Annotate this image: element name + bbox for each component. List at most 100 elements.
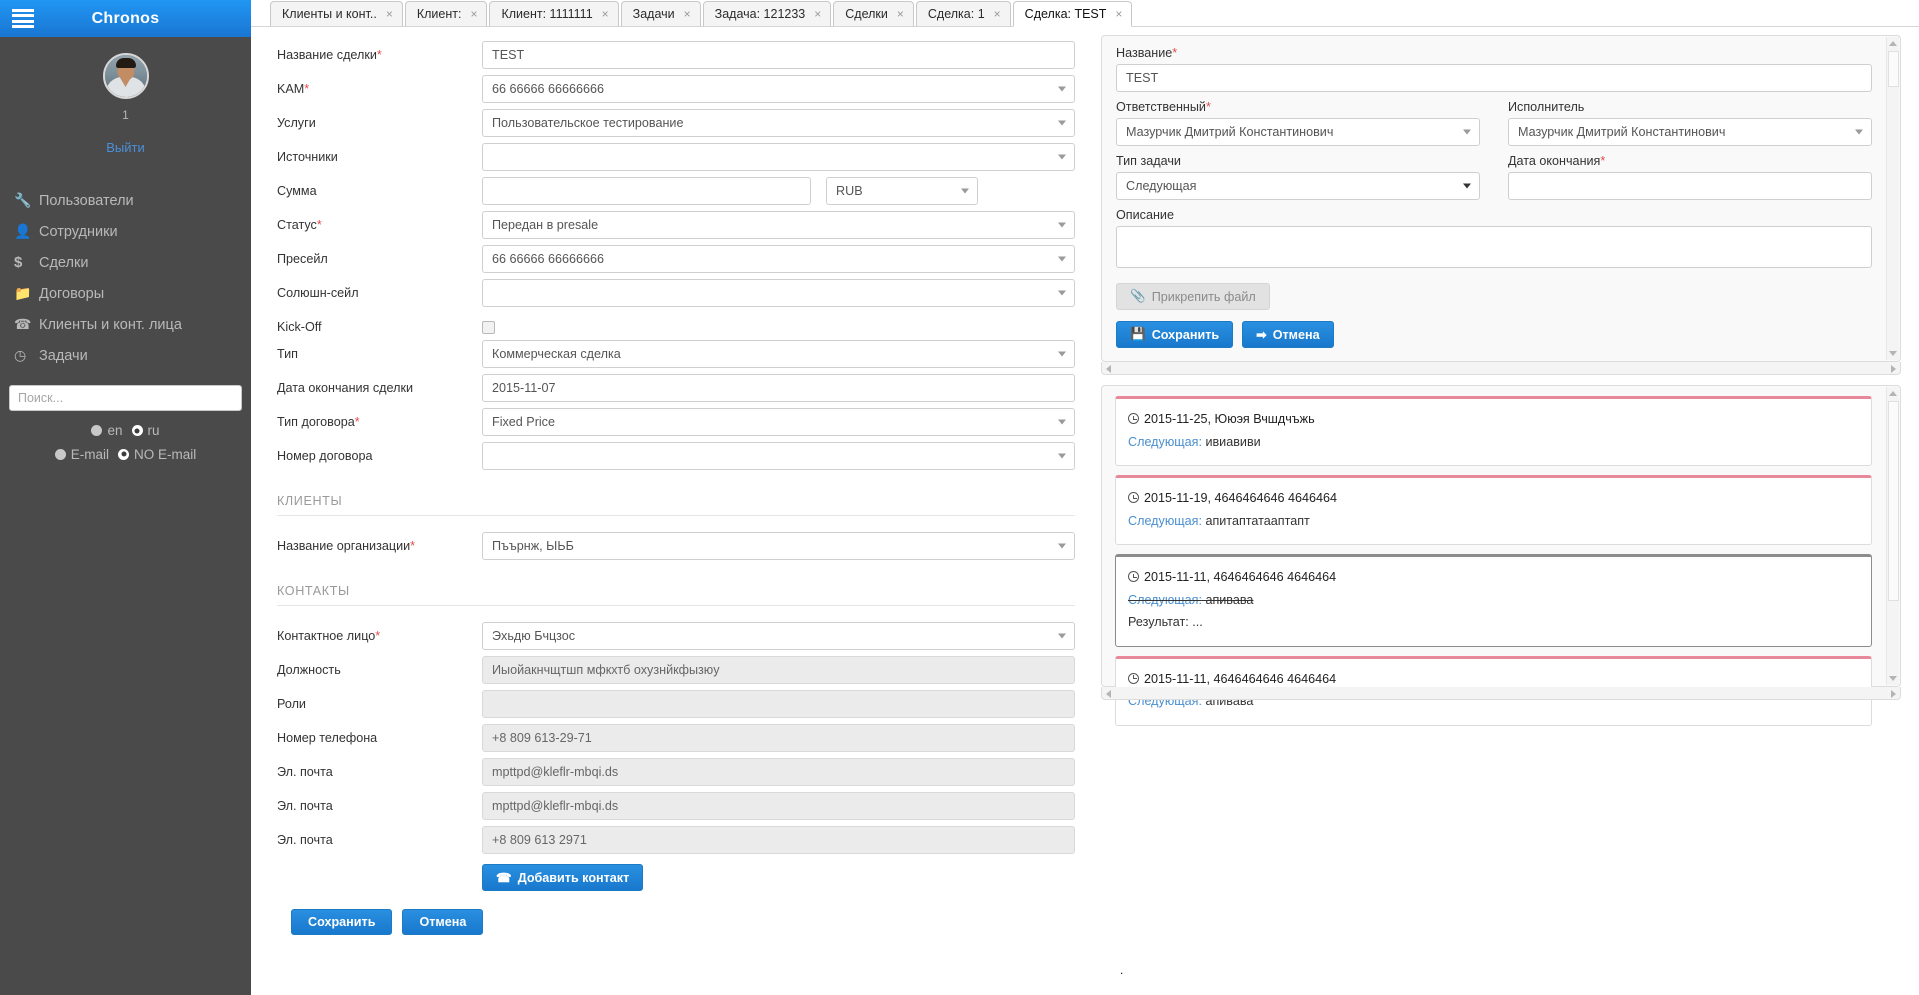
history-card[interactable]: 2015-11-19, 4646464646 4646464 Следующая… (1115, 475, 1872, 545)
cancel-button[interactable]: Отмена (402, 909, 483, 935)
history-card[interactable]: 2015-11-11, 4646464646 4646464 Следующая… (1115, 554, 1872, 647)
due-date-input[interactable] (1508, 172, 1872, 200)
radio-email-yes[interactable]: E-mail (55, 444, 109, 466)
tab-deal-test[interactable]: Сделка: TEST × (1013, 1, 1133, 27)
email-radio-group: E-mail NO E-mail (0, 444, 251, 466)
close-icon[interactable]: × (994, 7, 1001, 21)
organization-select[interactable]: Пъърнж, ЫЬБ (482, 532, 1075, 560)
field-label: Kick-Off (277, 313, 482, 334)
tab-client[interactable]: Клиент: × (405, 1, 488, 27)
description-textarea[interactable] (1116, 226, 1872, 268)
scroll-right-icon[interactable] (1891, 690, 1896, 698)
solution-sale-select[interactable] (482, 279, 1075, 307)
sources-select[interactable] (482, 143, 1075, 171)
type-select[interactable]: Коммерческая сделка (482, 340, 1075, 368)
deal-name-input[interactable] (482, 41, 1075, 69)
user-icon: 👤 (14, 223, 36, 240)
scroll-up-icon[interactable] (1889, 41, 1897, 46)
add-contact-button[interactable]: ☎ Добавить контакт (482, 864, 643, 891)
tab-client-1111111[interactable]: Клиент: 1111111 × (489, 1, 618, 27)
scroll-right-icon[interactable] (1891, 365, 1896, 373)
right-column: Название* Ответственный* Мазурчик Дмитри… (1101, 35, 1901, 700)
close-icon[interactable]: × (684, 7, 691, 21)
save-button[interactable]: Сохранить (291, 909, 392, 935)
amount-input[interactable] (482, 177, 811, 205)
presale-select[interactable]: 66 66666 66666666 (482, 245, 1075, 273)
kam-select[interactable]: 66 66666 66666666 (482, 75, 1075, 103)
task-type-select[interactable]: Следующая (1116, 172, 1480, 200)
kickoff-checkbox[interactable] (482, 321, 495, 334)
section-header-clients: КЛИЕНТЫ (277, 494, 1075, 516)
history-next-value: апитаптатааптапт (1205, 514, 1309, 528)
history-panel-vertical-scrollbar[interactable] (1886, 387, 1899, 685)
close-icon[interactable]: × (814, 7, 821, 21)
scroll-down-icon[interactable] (1889, 676, 1897, 681)
radio-lang-en[interactable]: en (91, 420, 122, 442)
sidebar-item-employees[interactable]: 👤 Сотрудники (0, 216, 251, 247)
scroll-left-icon[interactable] (1106, 690, 1111, 698)
history-list: 2015-11-25, Ююэя Вчшдчъжь Следующая: иви… (1102, 386, 1900, 686)
chevron-down-icon (1058, 223, 1066, 228)
tab-tasks[interactable]: Задачи × (621, 1, 701, 27)
field-label: Номер договора (277, 442, 482, 463)
tab-task-121233[interactable]: Задача: 121233 × (703, 1, 832, 27)
sidebar-item-deals[interactable]: $ Сделки (0, 247, 251, 278)
scroll-up-icon[interactable] (1889, 391, 1897, 396)
close-icon[interactable]: × (386, 7, 393, 21)
task-save-button[interactable]: 💾 Сохранить (1116, 321, 1233, 348)
attach-file-button[interactable]: 📎 Прикрепить файл (1116, 283, 1270, 310)
deal-end-date-input[interactable] (482, 374, 1075, 402)
close-icon[interactable]: × (602, 7, 609, 21)
contact-person-select[interactable]: Эхьдю Бчцзос (482, 622, 1075, 650)
field-label: Солюшн-сейл (277, 279, 482, 300)
scrollbar-thumb[interactable] (1888, 401, 1899, 601)
tab-deals[interactable]: Сделки × (833, 1, 914, 27)
responsible-select[interactable]: Мазурчик Дмитрий Константинович (1116, 118, 1480, 146)
task-panel-horizontal-scrollbar[interactable] (1101, 362, 1901, 375)
search-input[interactable] (9, 385, 242, 411)
radio-dot-icon (55, 449, 66, 460)
list-icon[interactable] (12, 9, 34, 28)
logout-link[interactable]: Выйти (0, 140, 251, 155)
radio-dot-selected-icon (132, 425, 143, 436)
history-panel-horizontal-scrollbar[interactable] (1101, 687, 1901, 700)
history-card-title: 2015-11-11, 4646464646 4646464 (1128, 568, 1859, 588)
close-icon[interactable]: × (1115, 7, 1122, 21)
field-contact-person: Контактное лицо* Эхьдю Бчцзос (277, 622, 1087, 650)
chevron-down-icon (1058, 634, 1066, 639)
services-select[interactable]: Пользовательское тестирование (482, 109, 1075, 137)
field-label: Статус* (277, 211, 482, 232)
radio-lang-ru[interactable]: ru (132, 420, 160, 442)
scroll-left-icon[interactable] (1106, 365, 1111, 373)
sidebar-item-clients[interactable]: ☎ Клиенты и конт. лица (0, 309, 251, 340)
content-area: Название сделки* KAM* 66 66666 66666666 … (251, 27, 1919, 995)
tab-label: Сделка: 1 (928, 7, 985, 21)
language-radio-group: en ru (0, 420, 251, 442)
tab-clients-and-contacts[interactable]: Клиенты и конт.. × (270, 1, 403, 27)
task-name-input[interactable] (1116, 64, 1872, 92)
scrollbar-thumb[interactable] (1888, 51, 1899, 87)
scroll-down-icon[interactable] (1889, 351, 1897, 356)
close-icon[interactable]: × (470, 7, 477, 21)
task-type-label: Тип задачи (1116, 154, 1480, 168)
contract-number-select[interactable] (482, 442, 1075, 470)
section-header-contacts: КОНТАКТЫ (277, 584, 1075, 606)
field-status: Статус* Передан в presale (277, 211, 1087, 239)
tab-deal-1[interactable]: Сделка: 1 × (916, 1, 1011, 27)
sidebar-item-contracts[interactable]: 📁 Договоры (0, 278, 251, 309)
currency-select[interactable]: RUB (826, 177, 978, 205)
history-card[interactable]: 2015-11-25, Ююэя Вчшдчъжь Следующая: иви… (1115, 396, 1872, 466)
history-result-label: Результат: (1128, 615, 1189, 629)
chevron-down-icon (1058, 454, 1066, 459)
close-icon[interactable]: × (897, 7, 904, 21)
executor-select[interactable]: Мазурчик Дмитрий Константинович (1508, 118, 1872, 146)
user-avatar[interactable] (103, 53, 149, 99)
email-input-2 (482, 792, 1075, 820)
sidebar-item-users[interactable]: 🔧 Пользователи (0, 185, 251, 216)
sidebar-item-tasks[interactable]: ◷ Задачи (0, 340, 251, 371)
contract-type-select[interactable]: Fixed Price (482, 408, 1075, 436)
status-select[interactable]: Передан в presale (482, 211, 1075, 239)
radio-email-no[interactable]: NO E-mail (118, 444, 196, 466)
task-cancel-button[interactable]: ➡ Отмена (1242, 321, 1333, 348)
task-panel-vertical-scrollbar[interactable] (1886, 37, 1899, 360)
